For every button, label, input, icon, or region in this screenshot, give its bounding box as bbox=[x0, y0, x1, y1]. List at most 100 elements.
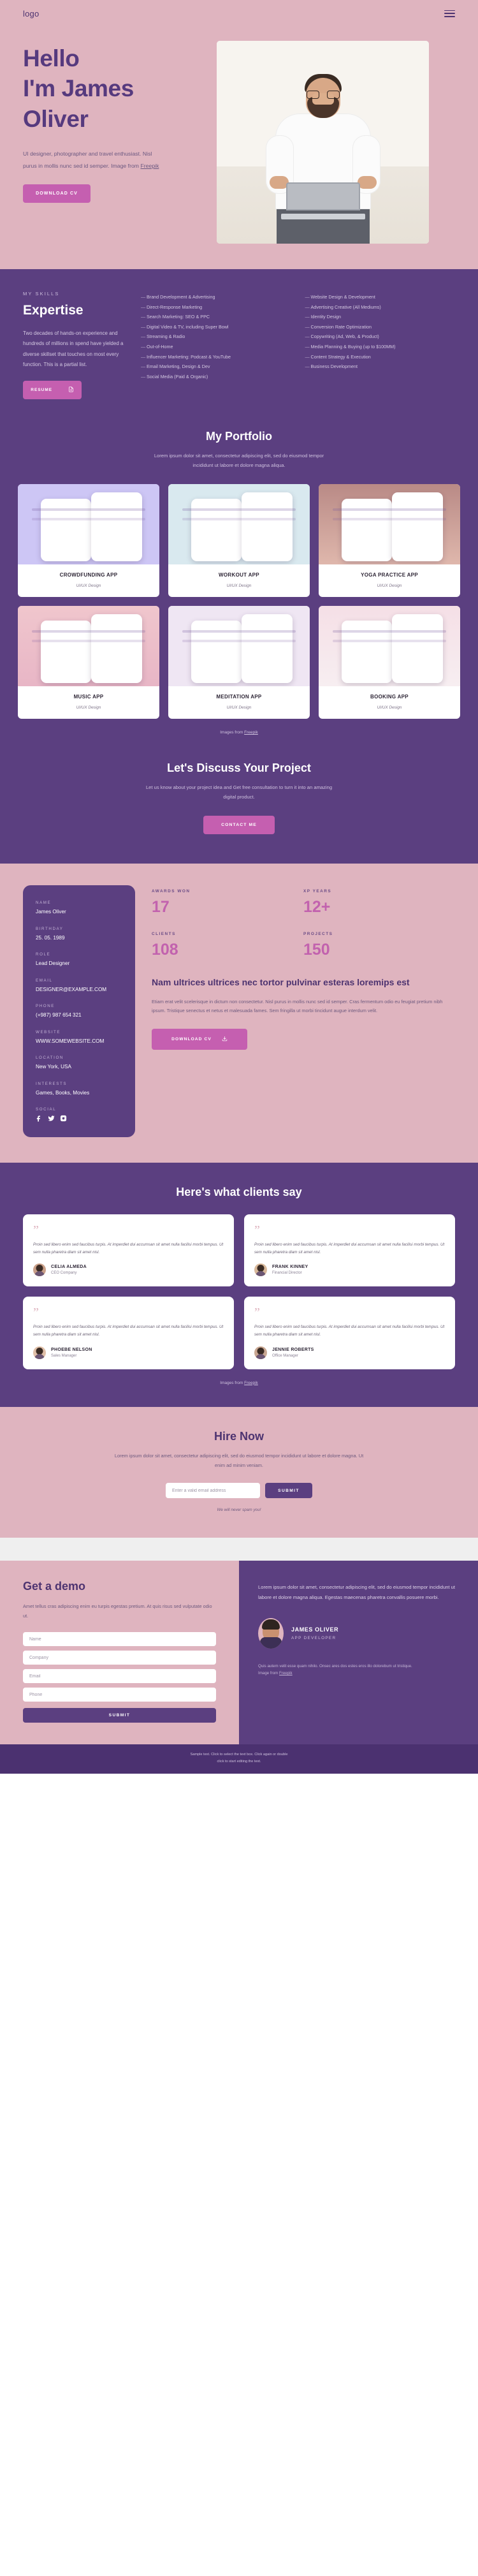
testimonials-credit-prefix: Images from bbox=[220, 1380, 245, 1385]
hamburger-menu-icon[interactable] bbox=[444, 10, 455, 17]
testimonial-role: Office Manager bbox=[272, 1353, 298, 1358]
dash-icon: — bbox=[141, 304, 146, 310]
portfolio-card-body: MEDITATION APP UI/UX Design bbox=[168, 686, 310, 719]
download-cv-button-secondary[interactable]: DOWNLOAD CV bbox=[152, 1029, 247, 1050]
discuss-subtitle: Let us know about your project idea and … bbox=[145, 784, 333, 800]
demo-input-name[interactable] bbox=[23, 1632, 216, 1647]
hire-submit-button[interactable]: SUBMIT bbox=[265, 1483, 312, 1499]
demo-title: Get a demo bbox=[23, 1580, 86, 1593]
testimonials-credit: Images from Freepik bbox=[0, 1381, 478, 1385]
portfolio-card-category: UI/UX Design bbox=[226, 705, 252, 710]
instagram-icon[interactable] bbox=[60, 1115, 67, 1122]
download-icon bbox=[222, 1036, 228, 1043]
download-cv-button[interactable]: DOWNLOAD CV bbox=[23, 184, 91, 203]
contact-me-button[interactable]: CONTACT ME bbox=[203, 816, 275, 835]
demo-credit-text: Quis autem velit esse quam nihilo. Onsec… bbox=[258, 1663, 412, 1668]
skill-item: — Out-of-Home bbox=[141, 343, 291, 351]
dash-icon: — bbox=[305, 334, 310, 340]
portfolio-section: My Portfolio Lorem ipsum dolor sit amet,… bbox=[0, 423, 478, 756]
demo-submit-button[interactable]: SUBMIT bbox=[23, 1708, 216, 1723]
demo-freepik-link[interactable]: Freepik bbox=[279, 1671, 293, 1675]
testimonials-freepik-link[interactable]: Freepik bbox=[244, 1381, 258, 1385]
portfolio-card[interactable]: MUSIC APP UI/UX Design bbox=[18, 605, 159, 719]
stat-value: 150 bbox=[303, 941, 330, 959]
portfolio-card-title: MEDITATION APP bbox=[216, 693, 262, 700]
testimonial-name-block: PHOEBE NELSON Sales Manager bbox=[51, 1348, 92, 1358]
twitter-icon[interactable] bbox=[48, 1115, 55, 1122]
footer-line-2: click to start editing the text. bbox=[217, 1759, 261, 1763]
portfolio-card[interactable]: BOOKING APP UI/UX Design bbox=[319, 605, 460, 719]
skill-label: Advertising Creative (All Mediums) bbox=[310, 304, 381, 310]
portfolio-credit: Images from Freepik bbox=[0, 730, 478, 735]
portfolio-card[interactable]: YOGA PRACTICE APP UI/UX Design bbox=[319, 483, 460, 597]
dash-icon: — bbox=[305, 343, 310, 350]
info-field-label: BIRTHDAY bbox=[36, 926, 64, 931]
testimonial-name-block: JENNIE ROBERTS Office Manager bbox=[272, 1348, 314, 1358]
dash-icon: — bbox=[141, 353, 146, 360]
avatar bbox=[254, 1263, 267, 1277]
testimonial-name: PHOEBE NELSON bbox=[51, 1347, 92, 1352]
info-field-label: PHONE bbox=[36, 1004, 55, 1009]
avatar bbox=[254, 1346, 267, 1359]
hero-text-column: Hello I'm James Oliver UI designer, phot… bbox=[0, 36, 210, 244]
skill-label: Identity Design bbox=[310, 314, 342, 320]
portfolio-card[interactable]: MEDITATION APP UI/UX Design bbox=[168, 605, 310, 719]
dash-icon: — bbox=[305, 353, 310, 360]
testimonial-name-block: CELIA ALMEDA CEO Company bbox=[51, 1265, 87, 1275]
hero-title-line-1: Hello bbox=[23, 45, 80, 71]
dash-icon: — bbox=[305, 294, 310, 300]
dash-icon: — bbox=[305, 364, 310, 370]
testimonial-role: Sales Manager bbox=[51, 1353, 77, 1358]
stat-item: AWARDS WON 17 bbox=[152, 889, 303, 916]
testimonial-text: Proin sed libero enim sed faucibus turpi… bbox=[254, 1242, 445, 1255]
skill-item: — Identity Design bbox=[305, 313, 456, 321]
resume-button[interactable]: RESUME bbox=[23, 380, 82, 399]
section-divider-strip bbox=[0, 1538, 478, 1561]
developer-profile: JAMES OLIVER APP DEVELOPER bbox=[258, 1617, 459, 1649]
testimonial-name: JENNIE ROBERTS bbox=[272, 1347, 314, 1352]
page-title: Hello I'm James Oliver bbox=[23, 43, 210, 134]
facebook-icon[interactable] bbox=[36, 1115, 43, 1122]
site-logo[interactable]: logo bbox=[23, 9, 39, 18]
skill-item: — Copywriting (Ad, Web, & Product) bbox=[305, 333, 456, 341]
dash-icon: — bbox=[305, 323, 310, 330]
skills-column-1: — Brand Development & Advertising — Direct-… bbox=[141, 293, 291, 399]
portfolio-card[interactable]: WORKOUT APP UI/UX Design bbox=[168, 483, 310, 597]
portfolio-card-body: CROWDFUNDING APP UI/UX Design bbox=[18, 564, 159, 597]
stat-label: XP YEARS bbox=[303, 889, 332, 894]
skill-label: Media Planning & Buying (up to $100MM) bbox=[310, 343, 396, 350]
hero-description-text: UI designer, photographer and travel ent… bbox=[23, 151, 152, 169]
testimonial-role: Financial Director bbox=[272, 1271, 302, 1276]
skill-label: Influencer Marketing: Podcast & YouTube bbox=[147, 353, 231, 360]
demo-credit: Quis autem velit esse quam nihilo. Onsec… bbox=[258, 1663, 459, 1678]
social-links bbox=[36, 1115, 122, 1122]
portfolio-card-body: BOOKING APP UI/UX Design bbox=[319, 686, 460, 719]
avatar bbox=[33, 1346, 46, 1359]
stat-value: 17 bbox=[152, 898, 170, 916]
demo-right-paragraph: Lorem ipsum dolor sit amet, consectetur … bbox=[258, 1584, 455, 1600]
demo-input-email[interactable] bbox=[23, 1669, 216, 1684]
demo-input-phone[interactable] bbox=[23, 1688, 216, 1702]
testimonial-name: CELIA ALMEDA bbox=[51, 1265, 87, 1270]
stat-label: CLIENTS bbox=[152, 932, 176, 937]
dash-icon: — bbox=[305, 314, 310, 320]
skill-label: Content Strategy & Execution bbox=[310, 353, 371, 360]
testimonial-text: Proin sed libero enim sed faucibus turpi… bbox=[33, 1325, 224, 1337]
portfolio-freepik-link[interactable]: Freepik bbox=[244, 730, 258, 735]
portfolio-card[interactable]: CROWDFUNDING APP UI/UX Design bbox=[18, 483, 159, 597]
dash-icon: — bbox=[141, 323, 146, 330]
portfolio-thumbnail bbox=[168, 605, 310, 686]
testimonial-card: ” Proin sed libero enim sed faucibus turp… bbox=[244, 1297, 455, 1369]
email-input[interactable] bbox=[166, 1483, 260, 1499]
info-field-label: INTERESTS bbox=[36, 1081, 68, 1086]
testimonials-grid: ” Proin sed libero enim sed faucibus turp… bbox=[0, 1199, 478, 1369]
portfolio-card-body: WORKOUT APP UI/UX Design bbox=[168, 564, 310, 597]
freepik-link[interactable]: Freepik bbox=[140, 163, 159, 169]
hero-portrait-photo bbox=[217, 41, 429, 244]
info-field-value: DESIGNER@EXAMPLE.COM bbox=[36, 986, 107, 992]
testimonial-text: Proin sed libero enim sed faucibus turpi… bbox=[254, 1325, 445, 1337]
portfolio-card-category: UI/UX Design bbox=[377, 705, 402, 710]
stats-grid: AWARDS WON 17 XP YEARS 12+ CLIENTS 108 PROJECT… bbox=[152, 889, 455, 959]
demo-input-company[interactable] bbox=[23, 1651, 216, 1665]
skill-item: — Conversion Rate Optimization bbox=[305, 323, 456, 332]
